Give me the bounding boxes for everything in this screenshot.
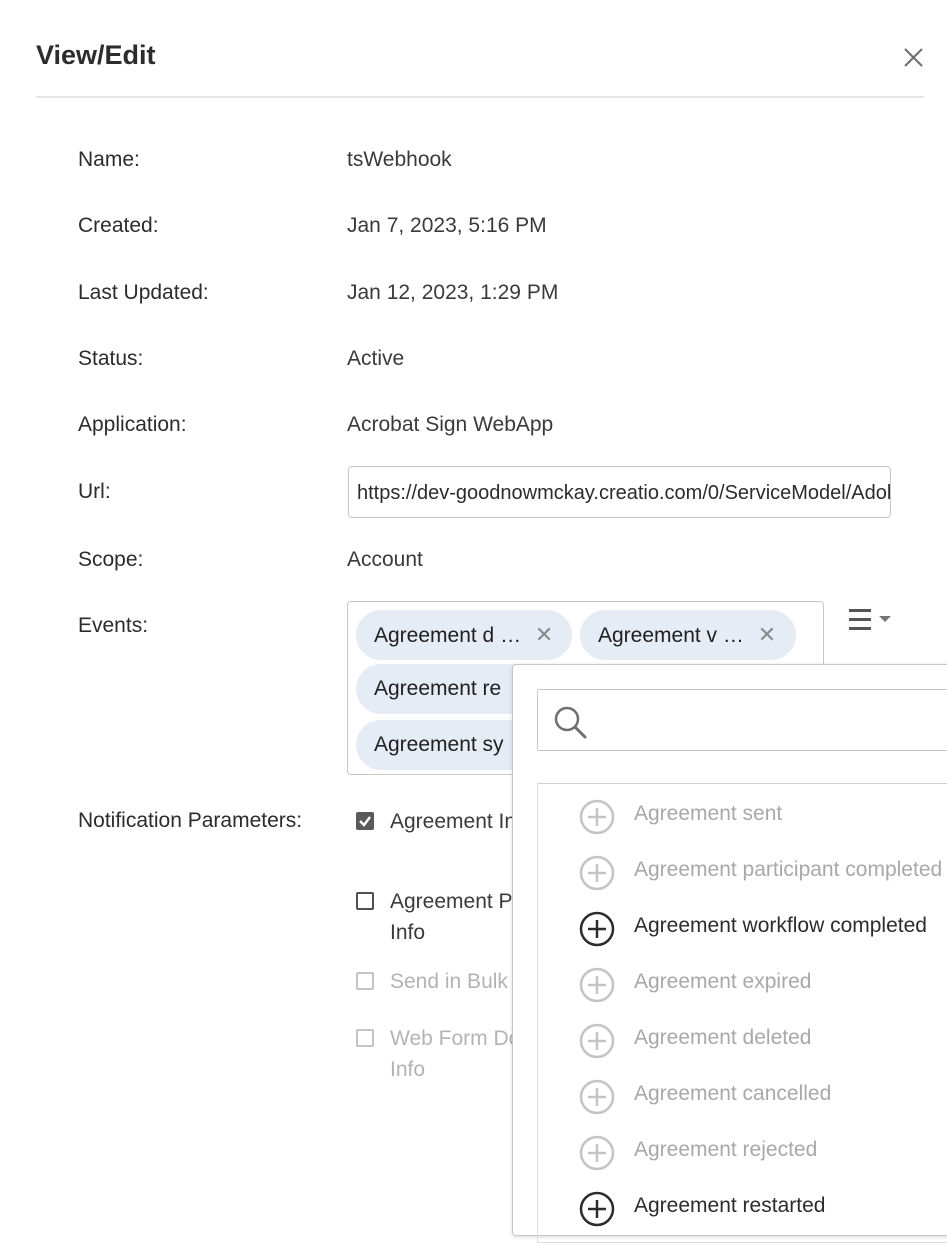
title-divider bbox=[36, 96, 924, 98]
last-updated-label: Last Updated: bbox=[78, 281, 209, 304]
event-chip-label: Agreement d … bbox=[374, 624, 522, 647]
notification-option-label: Web Form Do bbox=[390, 1027, 521, 1050]
event-option-label: Agreement workflow completed bbox=[634, 914, 927, 937]
add-circle-icon bbox=[579, 1023, 615, 1059]
event-option-label: Agreement restarted bbox=[634, 1194, 826, 1217]
last-updated-value: Jan 12, 2023, 1:29 PM bbox=[347, 281, 559, 304]
event-option[interactable]: Agreement participant completed bbox=[538, 846, 947, 898]
status-value: Active bbox=[347, 347, 405, 370]
scope-label: Scope: bbox=[78, 548, 144, 571]
notification-option-label-line2: Info bbox=[390, 1058, 426, 1081]
event-option-label: Agreement rejected bbox=[634, 1138, 818, 1161]
search-icon bbox=[554, 706, 587, 739]
event-option[interactable]: Agreement cancelled bbox=[538, 1070, 947, 1122]
scope-value: Account bbox=[347, 548, 423, 571]
event-search-input[interactable] bbox=[537, 689, 947, 751]
application-value: Acrobat Sign WebApp bbox=[347, 413, 554, 436]
event-option[interactable]: Agreement deleted bbox=[538, 1014, 947, 1066]
close-button[interactable] bbox=[900, 44, 928, 72]
notification-option-label-line2: Info bbox=[390, 921, 426, 944]
event-chip[interactable]: Agreement d … ✕ bbox=[356, 610, 572, 660]
list-menu-icon bbox=[849, 609, 891, 630]
event-option[interactable]: Agreement expired bbox=[538, 958, 947, 1010]
dialog-title: View/Edit bbox=[36, 40, 156, 70]
view-edit-dialog: View/Edit Name: tsWebhook Created: Jan 7… bbox=[0, 0, 947, 1243]
remove-chip-icon[interactable]: ✕ bbox=[535, 622, 553, 647]
event-option-label: Agreement deleted bbox=[634, 1026, 812, 1049]
close-icon bbox=[904, 48, 923, 67]
checkmark-icon bbox=[359, 816, 371, 827]
url-label: Url: bbox=[78, 480, 111, 503]
event-chip-label: Agreement sy bbox=[374, 733, 504, 756]
event-option[interactable]: Agreement sent bbox=[538, 790, 947, 842]
status-label: Status: bbox=[78, 347, 144, 370]
event-option[interactable]: Agreement workflow completed bbox=[538, 902, 947, 954]
add-circle-icon bbox=[579, 799, 615, 835]
event-option-label: Agreement sent bbox=[634, 802, 783, 825]
add-circle-icon bbox=[579, 1191, 615, 1227]
event-option-label: Agreement participant completed bbox=[634, 858, 943, 881]
created-label: Created: bbox=[78, 214, 159, 237]
notification-option-label: Agreement Pa bbox=[390, 890, 525, 913]
remove-chip-icon[interactable]: ✕ bbox=[758, 622, 776, 647]
created-value: Jan 7, 2023, 5:16 PM bbox=[347, 214, 547, 237]
event-chip-label: Agreement re bbox=[374, 677, 502, 700]
event-option-label: Agreement expired bbox=[634, 970, 812, 993]
event-options-list[interactable]: Agreement sent Agreement participant com… bbox=[537, 783, 947, 1243]
add-circle-icon bbox=[579, 1135, 615, 1171]
add-circle-icon bbox=[579, 967, 615, 1003]
event-option[interactable]: Agreement rejected bbox=[538, 1126, 947, 1178]
notification-option-label: Agreement Int bbox=[390, 810, 522, 833]
url-input[interactable]: https://dev-goodnowmckay.creatio.com/0/S… bbox=[348, 466, 891, 518]
events-label: Events: bbox=[78, 614, 149, 637]
event-chip-label: Agreement v … bbox=[598, 624, 744, 647]
events-menu-button[interactable] bbox=[845, 604, 901, 640]
notification-checkbox[interactable] bbox=[356, 812, 374, 830]
event-picker-popover: Agreement sent Agreement participant com… bbox=[512, 664, 947, 1243]
notification-option-label: Send in Bulk I bbox=[390, 970, 520, 993]
name-label: Name: bbox=[78, 148, 140, 171]
notification-parameters-label: Notification Parameters: bbox=[78, 809, 303, 832]
notification-checkbox[interactable] bbox=[356, 972, 374, 990]
event-option-label: Agreement cancelled bbox=[634, 1082, 832, 1105]
add-circle-icon bbox=[579, 911, 615, 947]
event-chip[interactable]: Agreement v … ✕ bbox=[580, 610, 796, 660]
add-circle-icon bbox=[579, 1079, 615, 1115]
event-option[interactable]: Agreement restarted bbox=[538, 1182, 947, 1234]
name-value: tsWebhook bbox=[347, 148, 452, 171]
add-circle-icon bbox=[579, 855, 615, 891]
notification-checkbox[interactable] bbox=[356, 1029, 374, 1047]
application-label: Application: bbox=[78, 413, 187, 436]
notification-checkbox[interactable] bbox=[356, 892, 374, 910]
